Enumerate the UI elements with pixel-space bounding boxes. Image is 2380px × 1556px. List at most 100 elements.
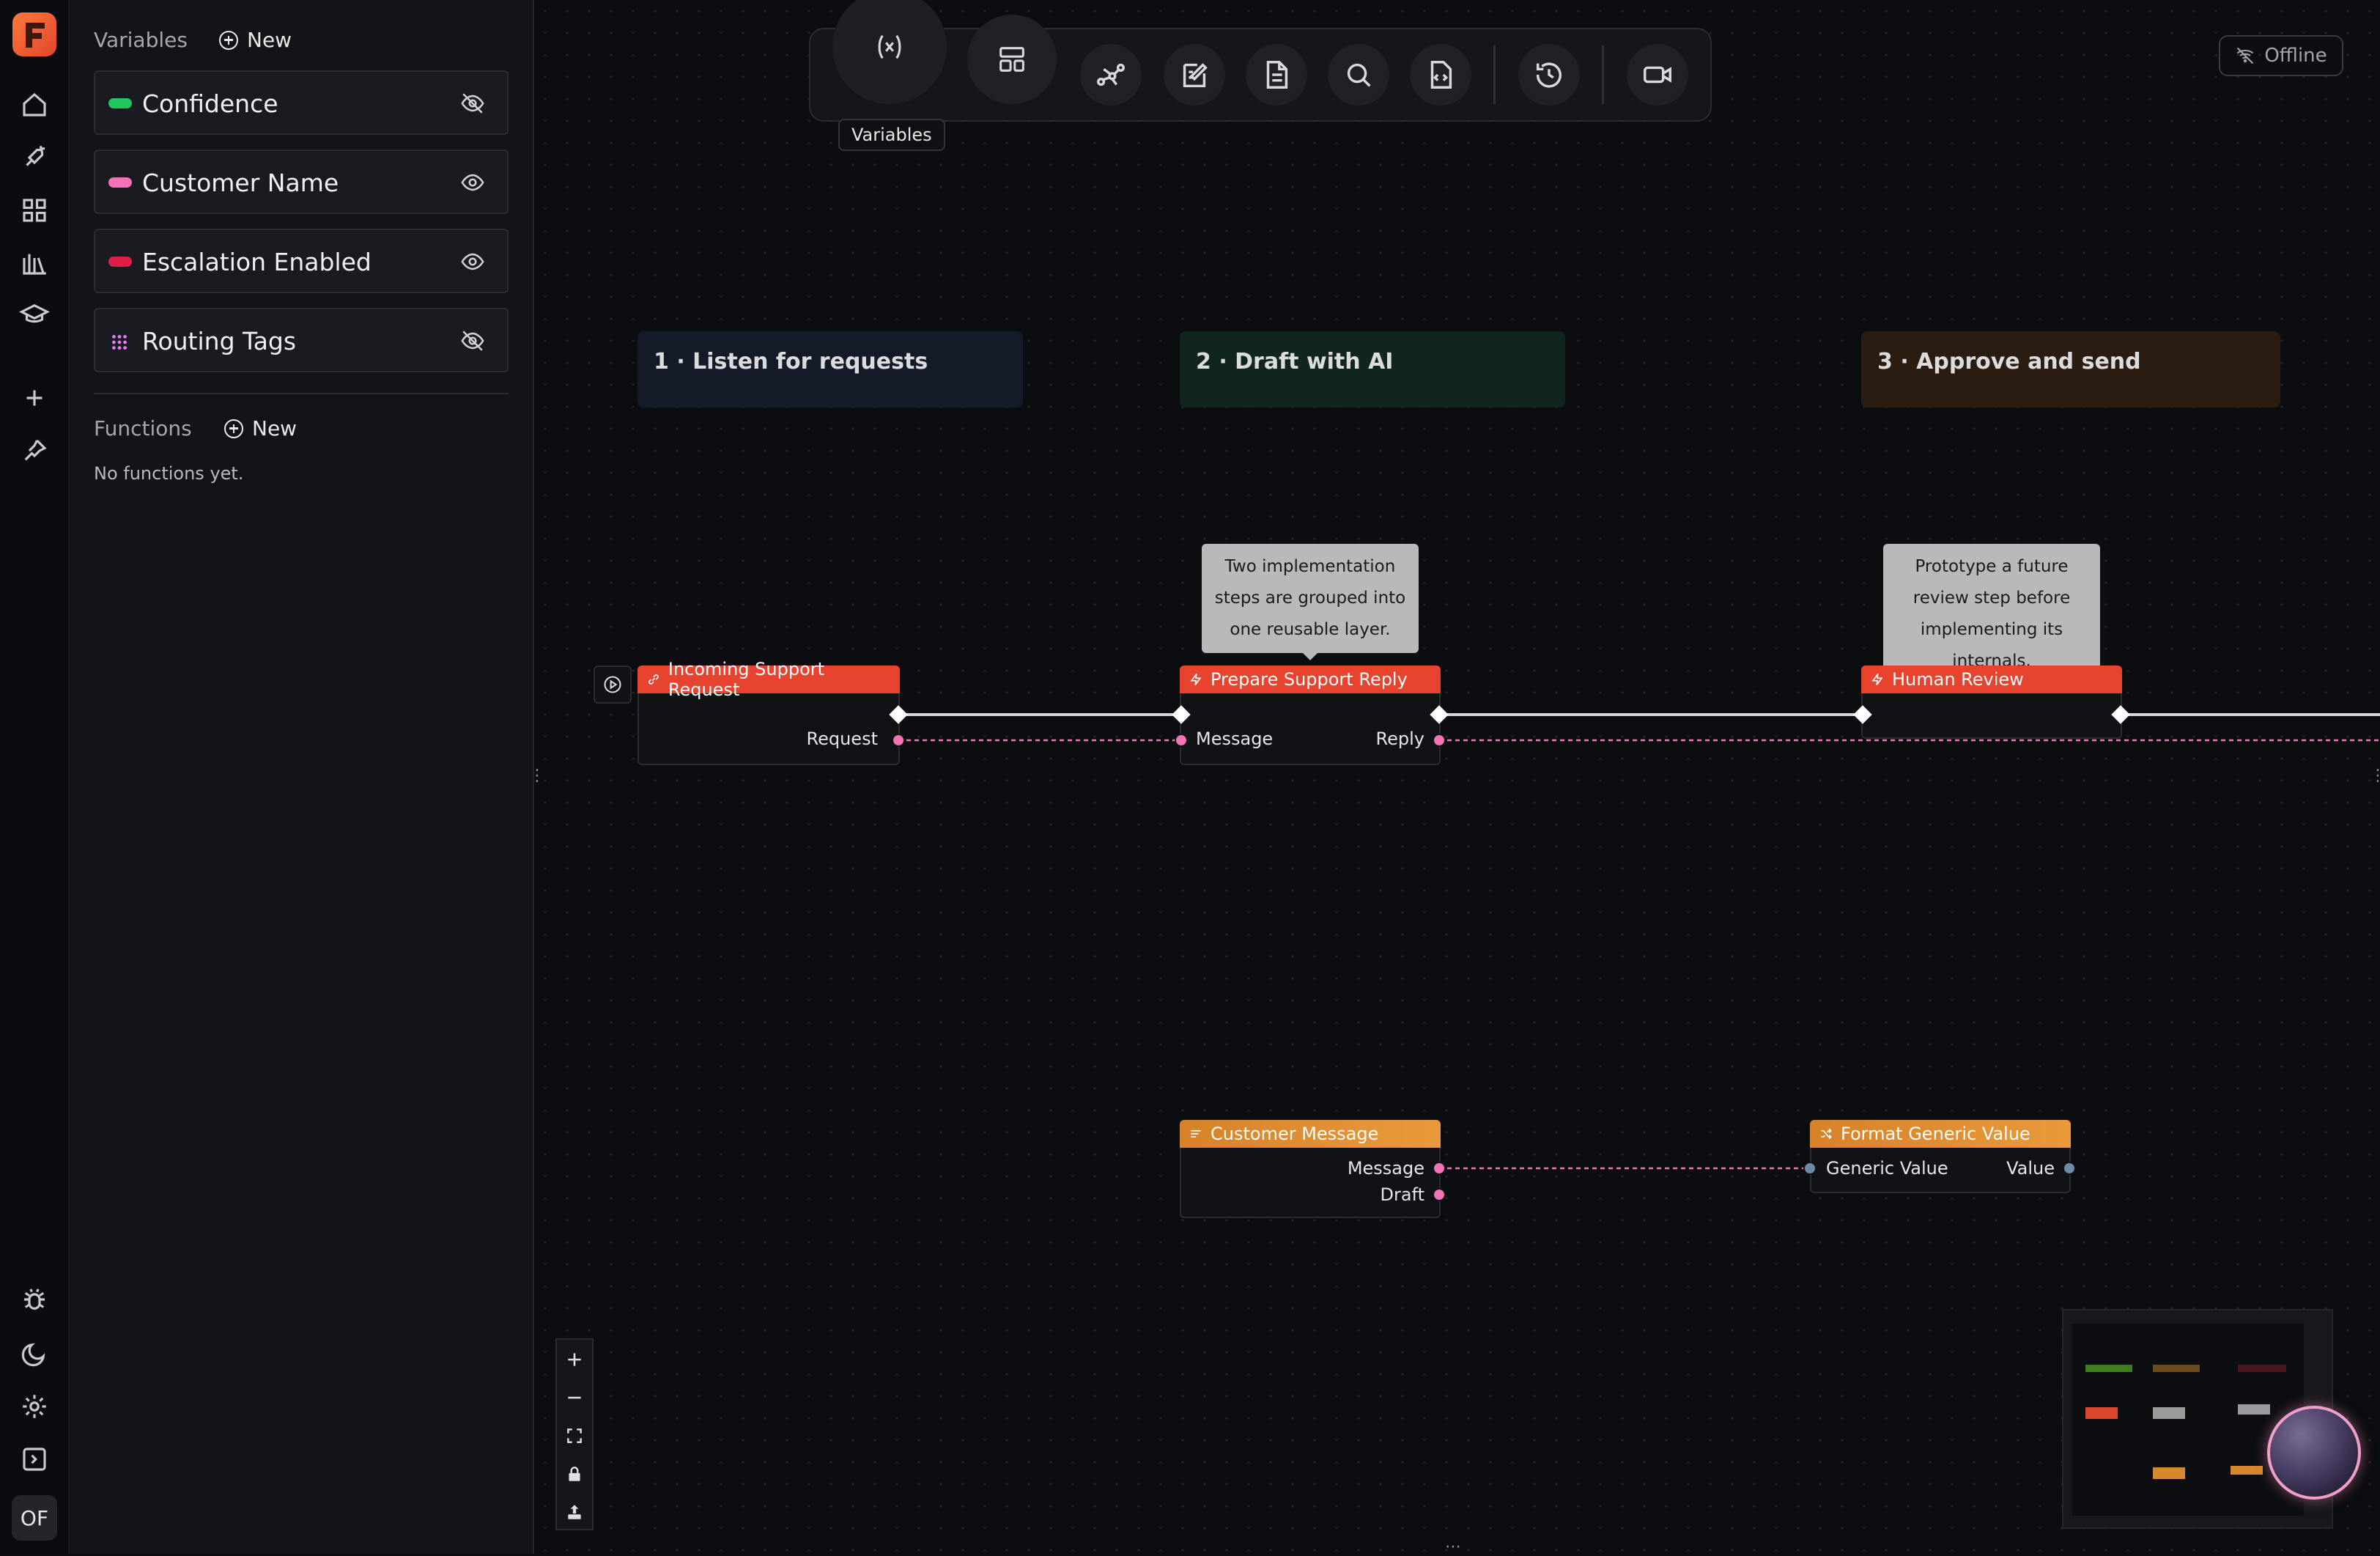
lightning-icon xyxy=(1871,674,1883,685)
node-header[interactable]: Prepare Support Reply xyxy=(1180,665,1441,693)
bug-icon[interactable] xyxy=(19,1284,50,1315)
library-icon[interactable] xyxy=(19,248,50,279)
variable-name: Confidence xyxy=(142,89,278,118)
plus-circle-icon xyxy=(224,419,243,438)
graduation-cap-icon[interactable] xyxy=(19,299,50,330)
user-avatar[interactable]: OF xyxy=(12,1495,57,1541)
lightning-icon xyxy=(1190,674,1202,685)
eye-icon[interactable] xyxy=(460,249,485,274)
sticky-note[interactable]: Two implementation steps are grouped int… xyxy=(1202,544,1419,660)
video-icon xyxy=(1644,66,1671,84)
sidebar-divider xyxy=(94,393,509,394)
graph-button[interactable] xyxy=(1080,44,1142,106)
home-icon[interactable] xyxy=(19,89,50,120)
variable-color-pill xyxy=(108,257,132,267)
layout-icon xyxy=(999,47,1024,72)
list-grid-icon xyxy=(110,333,129,352)
code-file-icon xyxy=(1430,61,1452,89)
node-header[interactable]: Incoming Support Request xyxy=(638,659,900,700)
shuffle-icon xyxy=(1821,1128,1832,1140)
expand-panel-icon[interactable] xyxy=(19,1444,50,1475)
lock-button[interactable] xyxy=(557,1456,592,1492)
node-customer-message[interactable]: Customer Message Message Draft xyxy=(1180,1120,1441,1218)
moon-icon[interactable] xyxy=(19,1338,50,1369)
text-lines-icon xyxy=(1191,1130,1201,1137)
export-button[interactable] xyxy=(557,1494,592,1530)
variable-name: Customer Name xyxy=(142,169,339,197)
stage-label[interactable]: 2 · Draft with AI xyxy=(1180,331,1565,408)
new-variable-button[interactable]: New xyxy=(219,28,292,52)
zoom-in-button[interactable] xyxy=(557,1341,592,1378)
edit-icon xyxy=(1183,63,1208,88)
wifi-off-icon xyxy=(2235,45,2255,66)
toolbar-separator xyxy=(1602,45,1604,104)
sticky-note[interactable]: Prototype a future review step before im… xyxy=(1883,544,2100,692)
variable-color-pill xyxy=(108,98,132,108)
node-header[interactable]: Format Generic Value xyxy=(1810,1120,2071,1148)
offline-label: Offline xyxy=(2264,45,2327,67)
port-label: Value xyxy=(2006,1158,2055,1179)
document-button[interactable] xyxy=(1246,44,1307,106)
eye-off-icon[interactable] xyxy=(460,328,485,353)
port-label: Message xyxy=(1196,729,1274,749)
history-button[interactable] xyxy=(1518,44,1580,106)
minimap-nodes xyxy=(2085,1365,2286,1479)
search-button[interactable] xyxy=(1328,44,1389,106)
variables-heading: Variables xyxy=(94,28,188,52)
toolbar-separator xyxy=(1493,45,1496,104)
lock-icon xyxy=(569,1467,580,1481)
stage-label[interactable]: 1 · Listen for requests xyxy=(638,331,1023,408)
zoom-out-button[interactable] xyxy=(557,1379,592,1416)
sparkle-rocket-icon[interactable] xyxy=(19,142,50,173)
node-header[interactable]: Customer Message xyxy=(1180,1120,1441,1148)
minimap-viewport[interactable] xyxy=(2072,1324,2304,1516)
eye-icon[interactable] xyxy=(460,170,485,195)
layout-button[interactable] xyxy=(967,15,1057,104)
node-title: Format Generic Value xyxy=(1841,1124,2030,1144)
variable-row[interactable]: Customer Name xyxy=(94,150,509,214)
sidebar-resize-handle[interactable]: ⋮ xyxy=(529,767,545,785)
assistant-orb-button[interactable] xyxy=(2267,1406,2361,1500)
fit-view-button[interactable] xyxy=(557,1417,592,1454)
node-format-generic-value[interactable]: Format Generic Value Generic Value Value xyxy=(1810,1120,2071,1193)
settings-gear-icon[interactable] xyxy=(19,1391,50,1422)
app-logo[interactable] xyxy=(12,12,56,56)
variable-row[interactable]: Routing Tags xyxy=(94,308,509,372)
minus-icon xyxy=(568,1396,581,1399)
variable-name: Routing Tags xyxy=(142,327,297,355)
new-function-button[interactable]: New xyxy=(224,416,297,440)
node-prepare-support-reply[interactable]: Prepare Support Reply Message Reply xyxy=(1180,665,1441,765)
node-human-review[interactable]: Human Review xyxy=(1861,665,2122,739)
variables-tooltip: Variables xyxy=(838,119,945,151)
pin-icon[interactable] xyxy=(19,435,50,466)
upload-icon xyxy=(568,1505,581,1519)
node-header[interactable]: Human Review xyxy=(1861,665,2122,693)
add-icon[interactable] xyxy=(19,383,50,413)
right-panel-resize-handle[interactable]: ⋮ xyxy=(2370,767,2380,785)
variable-row[interactable]: Confidence xyxy=(94,70,509,135)
bottom-panel-resize-handle[interactable]: ⋯ xyxy=(1445,1538,1461,1556)
run-trigger-button[interactable] xyxy=(594,665,632,704)
new-function-label: New xyxy=(252,416,298,440)
stage-label[interactable]: 3 · Approve and send xyxy=(1861,331,2280,408)
port-label: Reply xyxy=(1375,729,1424,749)
history-icon xyxy=(1536,62,1562,88)
port-label: Request xyxy=(806,729,879,749)
variables-icon xyxy=(878,34,901,59)
plus-icon xyxy=(568,1353,581,1366)
variable-color-pill xyxy=(108,177,132,188)
document-icon xyxy=(1266,61,1288,89)
eye-off-icon[interactable] xyxy=(460,91,485,116)
link-icon xyxy=(648,674,659,685)
edit-button[interactable] xyxy=(1164,44,1225,106)
port-label: Draft xyxy=(1380,1184,1425,1205)
port-label: Message xyxy=(1347,1158,1424,1179)
grid-icon[interactable] xyxy=(19,195,50,226)
node-incoming-support-request[interactable]: Incoming Support Request Request xyxy=(638,659,900,765)
variable-row[interactable]: Escalation Enabled xyxy=(94,229,509,293)
record-video-button[interactable] xyxy=(1627,44,1688,106)
functions-heading: Functions xyxy=(94,416,192,440)
code-file-button[interactable] xyxy=(1410,44,1471,106)
fit-view-icon xyxy=(567,1428,582,1443)
zoom-controls xyxy=(555,1338,594,1530)
